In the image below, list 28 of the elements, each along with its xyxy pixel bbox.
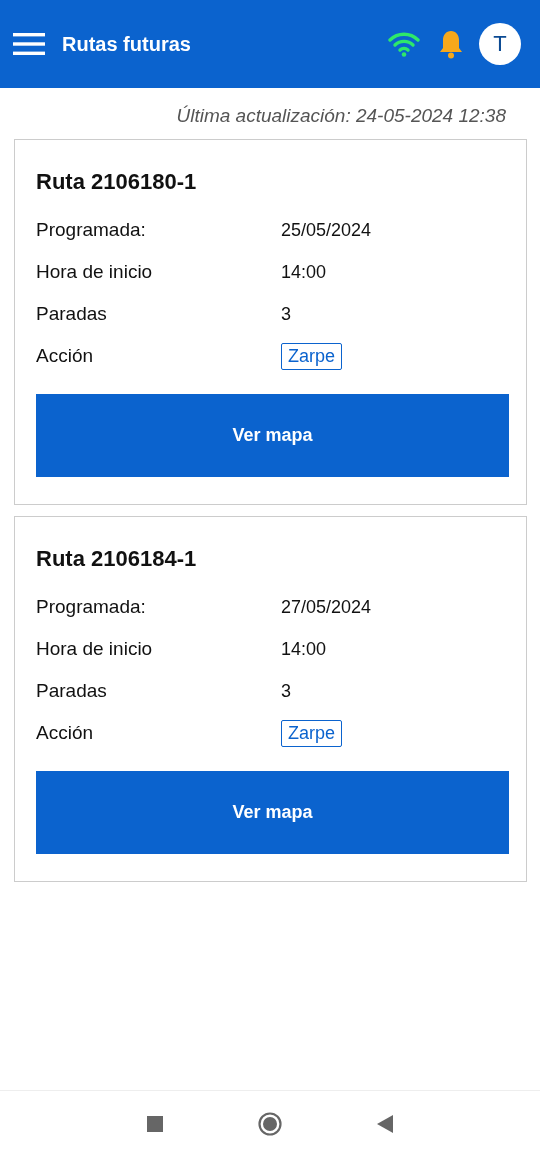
field-value: 14:00: [281, 638, 327, 660]
field-value: 27/05/2024: [281, 596, 372, 618]
action-tag[interactable]: Zarpe: [281, 342, 343, 370]
field-label: Acción: [36, 722, 95, 744]
action-tag[interactable]: Zarpe: [281, 719, 343, 747]
last-update-text: Última actualización: 24-05-2024 12:38: [176, 105, 506, 128]
field-label: Paradas: [36, 303, 108, 325]
home-button[interactable]: [258, 1112, 282, 1136]
menu-icon[interactable]: [13, 32, 45, 56]
bell-icon[interactable]: [438, 29, 464, 59]
field-value: 25/05/2024: [281, 219, 372, 241]
route-title: Ruta 2106184-1: [36, 546, 198, 572]
field-label: Hora de inicio: [36, 638, 154, 660]
map-button[interactable]: Ver mapa: [36, 771, 509, 854]
field-label: Acción: [36, 345, 95, 367]
field-value: 3: [281, 680, 291, 702]
field-value: 14:00: [281, 261, 327, 283]
route-title: Ruta 2106180-1: [36, 169, 198, 195]
avatar[interactable]: T: [479, 23, 521, 65]
field-label: Hora de inicio: [36, 261, 154, 283]
screen-title: Rutas futuras: [62, 32, 192, 56]
field-value: 3: [281, 303, 291, 325]
field-label: Programada:: [36, 219, 147, 241]
map-button[interactable]: Ver mapa: [36, 394, 509, 477]
back-button[interactable]: [377, 1115, 393, 1133]
wifi-icon: [388, 31, 420, 57]
field-label: Programada:: [36, 596, 147, 618]
field-label: Paradas: [36, 680, 108, 702]
